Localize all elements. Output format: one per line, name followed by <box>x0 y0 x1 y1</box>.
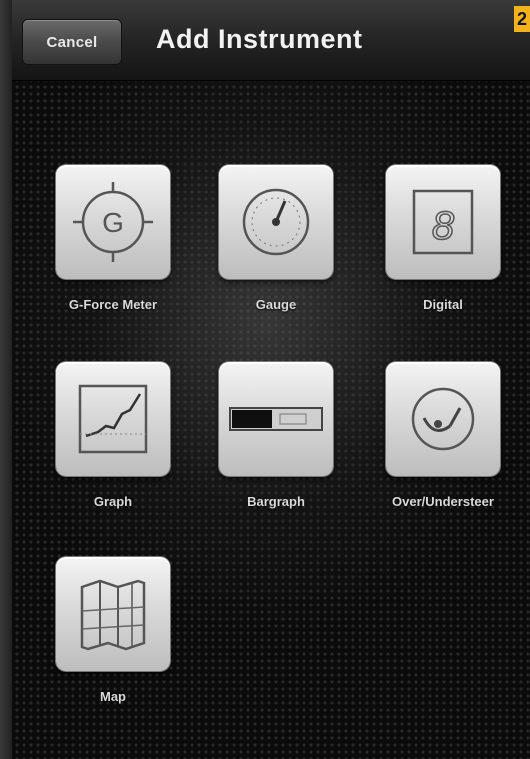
digital-button[interactable]: 8 <box>386 165 500 279</box>
instrument-digital[interactable]: 8 Digital <box>378 165 508 312</box>
gauge-button[interactable] <box>219 165 333 279</box>
svg-text:8: 8 <box>432 204 455 248</box>
steering-icon <box>411 387 475 451</box>
graph-icon <box>78 384 148 454</box>
digital-icon: 8 <box>412 189 474 255</box>
instrument-label: Map <box>100 689 126 704</box>
svg-text:G: G <box>102 207 124 238</box>
left-bezel <box>0 0 12 759</box>
instrument-graph[interactable]: Graph <box>48 362 178 509</box>
over-understeer-button[interactable] <box>386 362 500 476</box>
instrument-label: Bargraph <box>247 494 305 509</box>
instrument-label: Graph <box>93 494 133 509</box>
figure-badge: 2 <box>514 6 530 32</box>
navigation-bar: Cancel Add Instrument 2 <box>12 0 530 81</box>
instrument-gauge[interactable]: Gauge <box>211 165 341 312</box>
gauge-icon <box>242 188 310 256</box>
instrument-map[interactable]: Map <box>48 557 178 704</box>
page-title: Add Instrument <box>156 24 363 54</box>
g-force-icon: G <box>73 182 153 262</box>
map-icon <box>80 579 146 651</box>
bargraph-button[interactable] <box>219 362 333 476</box>
map-button[interactable] <box>56 557 170 671</box>
instrument-label: Gauge <box>255 297 297 312</box>
instrument-bargraph[interactable]: Bargraph <box>211 362 341 509</box>
instrument-label: G-Force Meter <box>68 297 158 312</box>
g-force-meter-button[interactable]: G <box>56 165 170 279</box>
bargraph-icon <box>229 407 323 431</box>
instrument-label: Digital <box>423 297 463 312</box>
instrument-g-force-meter[interactable]: G G-Force Meter <box>48 165 178 312</box>
instrument-label: Over/Understeer <box>392 494 494 509</box>
cancel-button[interactable]: Cancel <box>22 19 122 65</box>
graph-button[interactable] <box>56 362 170 476</box>
instrument-over-understeer[interactable]: Over/Understeer <box>378 362 508 509</box>
add-instrument-screen: Cancel Add Instrument 2 G G-Force Meter <box>0 0 530 759</box>
